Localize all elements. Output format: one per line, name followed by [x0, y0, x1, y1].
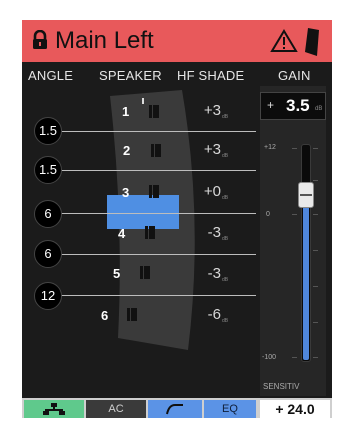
hf-shade-unit: dB: [222, 277, 229, 283]
array-curve-button[interactable]: [148, 400, 202, 418]
fader-tick: [313, 357, 318, 358]
fader-scale-bottom: -100: [262, 354, 277, 361]
speaker-number: 6: [101, 308, 109, 323]
speaker-number: 1: [122, 104, 130, 119]
gain-column: [260, 86, 326, 396]
gain-value: 3.5: [286, 96, 310, 115]
fader-tick: [292, 357, 297, 358]
gain-unit: dB: [315, 106, 323, 112]
fader-tick: [313, 180, 318, 181]
fader-tick: [292, 148, 297, 149]
hf-shade-unit: dB: [222, 153, 229, 159]
angle-badge[interactable]: 12: [34, 282, 62, 310]
hf-shade-unit: dB: [222, 114, 229, 120]
array-curve-icon: [165, 404, 185, 418]
hf-shade-unit: dB: [222, 236, 229, 242]
row-separator: [50, 295, 256, 296]
eq-button[interactable]: EQ: [204, 400, 256, 418]
sensitivity-value[interactable]: + 24.0: [260, 400, 330, 418]
fader-tick: [292, 214, 297, 215]
speaker-array-panel: Main Left ANGLE SPEAKER HF SHADE GAIN 1.…: [22, 20, 332, 418]
gain-fader-fill: [303, 198, 309, 360]
row-separator: [50, 131, 256, 132]
speaker-cabinet-icon: [144, 225, 156, 240]
sensitivity-label: SENSITIV: [263, 382, 300, 391]
gain-value-box[interactable]: + 3.5 dB: [260, 92, 326, 120]
fader-tick: [313, 250, 318, 251]
gain-sign: +: [267, 98, 275, 112]
speaker-number: 4: [118, 226, 126, 241]
speaker-cabinet-icon: [139, 265, 151, 280]
angle-badge[interactable]: 1.5: [34, 156, 62, 184]
fader-tick: [313, 214, 318, 215]
speaker-icon: [302, 26, 322, 63]
row-separator: [50, 254, 256, 255]
fader-tick: [313, 148, 318, 149]
hf-shade-value[interactable]: -3: [177, 224, 221, 241]
speaker-number: 2: [123, 143, 131, 158]
hf-shade-unit: dB: [222, 195, 229, 201]
hf-shade-value[interactable]: +3: [177, 141, 221, 158]
hf-shade-value[interactable]: +0: [177, 183, 221, 200]
network-button[interactable]: [24, 400, 84, 418]
hf-shade-value[interactable]: -6: [177, 306, 221, 323]
hf-shade-value[interactable]: -3: [177, 265, 221, 282]
speaker-cabinet-icon: [126, 307, 138, 322]
angle-badge[interactable]: 6: [34, 200, 62, 228]
fader-tick: [313, 322, 318, 323]
fader-scale-zero: 0: [266, 211, 270, 218]
fader-scale-top: +12: [264, 144, 276, 151]
gain-fader-knob[interactable]: [298, 182, 314, 208]
warning-triangle-icon[interactable]: [270, 29, 298, 58]
fader-tick: [313, 286, 318, 287]
angle-badge[interactable]: 6: [34, 240, 62, 268]
speaker-cabinet-icon: [150, 143, 162, 158]
speaker-cabinet-icon: [148, 104, 160, 119]
speaker-number: 3: [122, 185, 130, 200]
speaker-number: 5: [113, 266, 121, 281]
network-icon: [43, 403, 65, 418]
hf-shade-value[interactable]: +3: [177, 102, 221, 119]
angle-badge[interactable]: 1.5: [34, 117, 62, 145]
selected-row-highlight: [107, 195, 179, 229]
speaker-cabinet-icon: [148, 184, 160, 199]
row-separator: [50, 213, 256, 214]
ac-button[interactable]: AC: [86, 400, 146, 418]
hf-shade-unit: dB: [222, 318, 229, 324]
column-header-gain: GAIN: [278, 68, 311, 83]
row-separator: [50, 170, 256, 171]
